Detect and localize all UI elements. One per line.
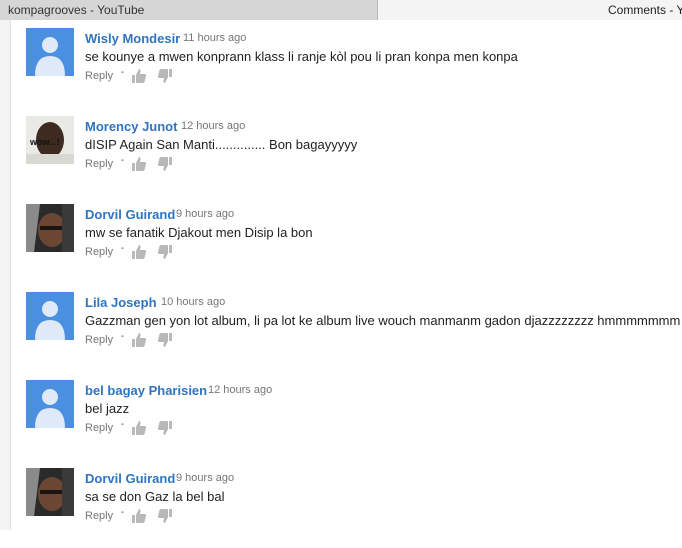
thumbs-up-icon[interactable] <box>131 156 147 172</box>
reply-button[interactable]: Reply <box>85 422 113 434</box>
separator-dot: · <box>121 331 125 343</box>
comment-author[interactable]: Dorvil Guirand <box>85 207 175 222</box>
photo-avatar[interactable]: wow...! <box>26 116 74 164</box>
comment-item: Wisly Mondesir 11 hours ago se kounye a … <box>26 28 682 108</box>
comment-author[interactable]: bel bagay Pharisien <box>85 383 207 398</box>
thumbs-down-icon[interactable] <box>157 332 173 348</box>
photo-avatar[interactable] <box>26 204 74 252</box>
default-avatar-icon[interactable] <box>26 380 74 428</box>
reply-button[interactable]: Reply <box>85 70 113 82</box>
comment-timestamp[interactable]: 12 hours ago <box>181 120 245 132</box>
reply-button[interactable]: Reply <box>85 334 113 346</box>
comment-timestamp[interactable]: 12 hours ago <box>208 384 272 396</box>
separator-dot: · <box>121 67 125 79</box>
comment-text: sa se don Gaz la bel bal <box>85 489 225 504</box>
thumbs-down-icon[interactable] <box>157 156 173 172</box>
thumbs-down-icon[interactable] <box>157 244 173 260</box>
separator-dot: · <box>121 243 125 255</box>
reply-button[interactable]: Reply <box>85 246 113 258</box>
comment-item: Dorvil Guirand 9 hours ago mw se fanatik… <box>26 204 682 284</box>
thumbs-up-icon[interactable] <box>131 420 147 436</box>
thumbs-up-icon[interactable] <box>131 332 147 348</box>
thumbs-down-icon[interactable] <box>157 420 173 436</box>
separator-dot: · <box>121 419 125 431</box>
comment-author[interactable]: Morency Junot <box>85 119 177 134</box>
thumbs-up-icon[interactable] <box>131 244 147 260</box>
comment-author[interactable]: Dorvil Guirand <box>85 471 175 486</box>
comment-text: se kounye a mwen konprann klass li ranje… <box>85 49 518 64</box>
comment-item: Dorvil Guirand 9 hours ago sa se don Gaz… <box>26 468 682 548</box>
comment-text: bel jazz <box>85 401 130 416</box>
comment-item: Lila Joseph 10 hours ago Gazzman gen yon… <box>26 292 682 372</box>
reply-button[interactable]: Reply <box>85 510 113 522</box>
reply-button[interactable]: Reply <box>85 158 113 170</box>
comment-text: dISIP Again San Manti.............. Bon … <box>85 137 358 152</box>
page-left-edge <box>0 20 11 530</box>
tab-comments[interactable]: Comments - Y <box>378 0 682 20</box>
browser-tab-bar: kompagrooves - YouTube Comments - Y <box>0 0 682 20</box>
comment-text: Gazzman gen yon lot album, li pa lot ke … <box>85 313 681 328</box>
separator-dot: · <box>121 155 125 167</box>
comment-item: wow...! Morency Junot 12 hours ago dISIP… <box>26 116 682 196</box>
thumbs-down-icon[interactable] <box>157 68 173 84</box>
default-avatar-icon[interactable] <box>26 28 74 76</box>
photo-avatar[interactable] <box>26 468 74 516</box>
comment-text: mw se fanatik Djakout men Disip la bon <box>85 225 313 240</box>
thumbs-down-icon[interactable] <box>157 508 173 524</box>
comment-item: bel bagay Pharisien 12 hours ago bel jaz… <box>26 380 682 460</box>
separator-dot: · <box>121 507 125 519</box>
comment-author[interactable]: Wisly Mondesir <box>85 31 180 46</box>
comment-author[interactable]: Lila Joseph <box>85 295 157 310</box>
comment-timestamp[interactable]: 9 hours ago <box>176 208 234 220</box>
comment-timestamp[interactable]: 10 hours ago <box>161 296 225 308</box>
tab-kompagrooves-youtube[interactable]: kompagrooves - YouTube <box>0 0 378 20</box>
comment-timestamp[interactable]: 9 hours ago <box>176 472 234 484</box>
default-avatar-icon[interactable] <box>26 292 74 340</box>
avatar-caption: wow...! <box>29 137 60 147</box>
thumbs-up-icon[interactable] <box>131 68 147 84</box>
comment-timestamp[interactable]: 11 hours ago <box>183 32 246 44</box>
thumbs-up-icon[interactable] <box>131 508 147 524</box>
